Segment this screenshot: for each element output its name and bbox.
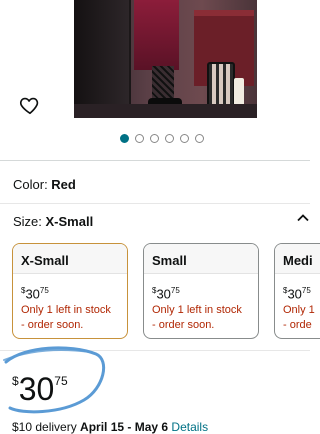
product-price: $3075 xyxy=(12,371,68,408)
stock-line-2: - orde xyxy=(283,319,312,332)
stock-line-1: Only 1 xyxy=(283,304,315,317)
pagination-dot[interactable] xyxy=(135,134,144,143)
color-label: Color: xyxy=(13,177,52,192)
stock-notice: Only 1 left in stock - order soon. xyxy=(13,301,127,333)
stock-notice: Only 1 left in stock - order soon. xyxy=(144,301,258,333)
chevron-up-icon[interactable] xyxy=(296,211,310,225)
size-option-x-small[interactable]: X-Small $3075 Only 1 left in stock - orde… xyxy=(12,243,128,339)
image-lantern xyxy=(207,62,235,110)
stock-line-2: - order soon. xyxy=(21,319,84,332)
stock-line-2: - order soon. xyxy=(152,319,215,332)
price-whole: 30 xyxy=(156,286,171,302)
pagination-dot[interactable] xyxy=(195,134,204,143)
size-option-name: Small xyxy=(144,244,258,274)
color-value: Red xyxy=(51,177,76,192)
pagination-dot[interactable] xyxy=(165,134,174,143)
delivery-dates: April 15 - May 6 xyxy=(80,420,169,434)
size-label: Size: xyxy=(13,214,46,229)
pagination-dot[interactable] xyxy=(180,134,189,143)
stock-line-1: Only 1 left in stock xyxy=(152,304,242,317)
size-option-medium[interactable]: Medi $3075 Only 1 - orde xyxy=(274,243,320,339)
image-dress xyxy=(134,0,179,70)
image-floor xyxy=(74,104,257,118)
price-cents: 75 xyxy=(54,374,68,388)
price-whole: 30 xyxy=(25,286,40,302)
color-selection: Color: Red xyxy=(13,177,76,192)
heart-icon[interactable] xyxy=(19,94,41,116)
price-cents: 75 xyxy=(301,286,311,295)
pagination-dot[interactable] xyxy=(150,134,159,143)
delivery-details-link[interactable]: Details xyxy=(171,420,208,434)
stock-notice: Only 1 - orde xyxy=(275,301,320,333)
currency-symbol: $ xyxy=(12,374,19,388)
image-chair xyxy=(74,0,131,118)
size-option-price: $3075 xyxy=(144,274,258,301)
stock-line-1: Only 1 left in stock xyxy=(21,304,111,317)
pagination-dot[interactable] xyxy=(120,134,129,143)
delivery-info: $10 delivery April 15 - May 6 Details xyxy=(12,420,208,434)
divider xyxy=(0,203,310,204)
product-image[interactable] xyxy=(74,0,257,118)
price-whole: 30 xyxy=(18,371,55,407)
size-option-name: X-Small xyxy=(13,244,127,274)
size-value: X-Small xyxy=(45,214,94,229)
price-cents: 75 xyxy=(170,286,180,295)
price-cents: 75 xyxy=(39,286,49,295)
size-option-price: $3075 xyxy=(13,274,127,301)
size-option-price: $3075 xyxy=(275,274,320,301)
divider xyxy=(0,160,310,161)
image-pagination[interactable] xyxy=(120,134,204,143)
size-option-small[interactable]: Small $3075 Only 1 left in stock - order … xyxy=(143,243,259,339)
price-whole: 30 xyxy=(287,286,302,302)
delivery-prefix: $10 delivery xyxy=(12,420,81,434)
size-option-name: Medi xyxy=(275,244,320,274)
size-selection[interactable]: Size: X-Small xyxy=(13,214,93,229)
